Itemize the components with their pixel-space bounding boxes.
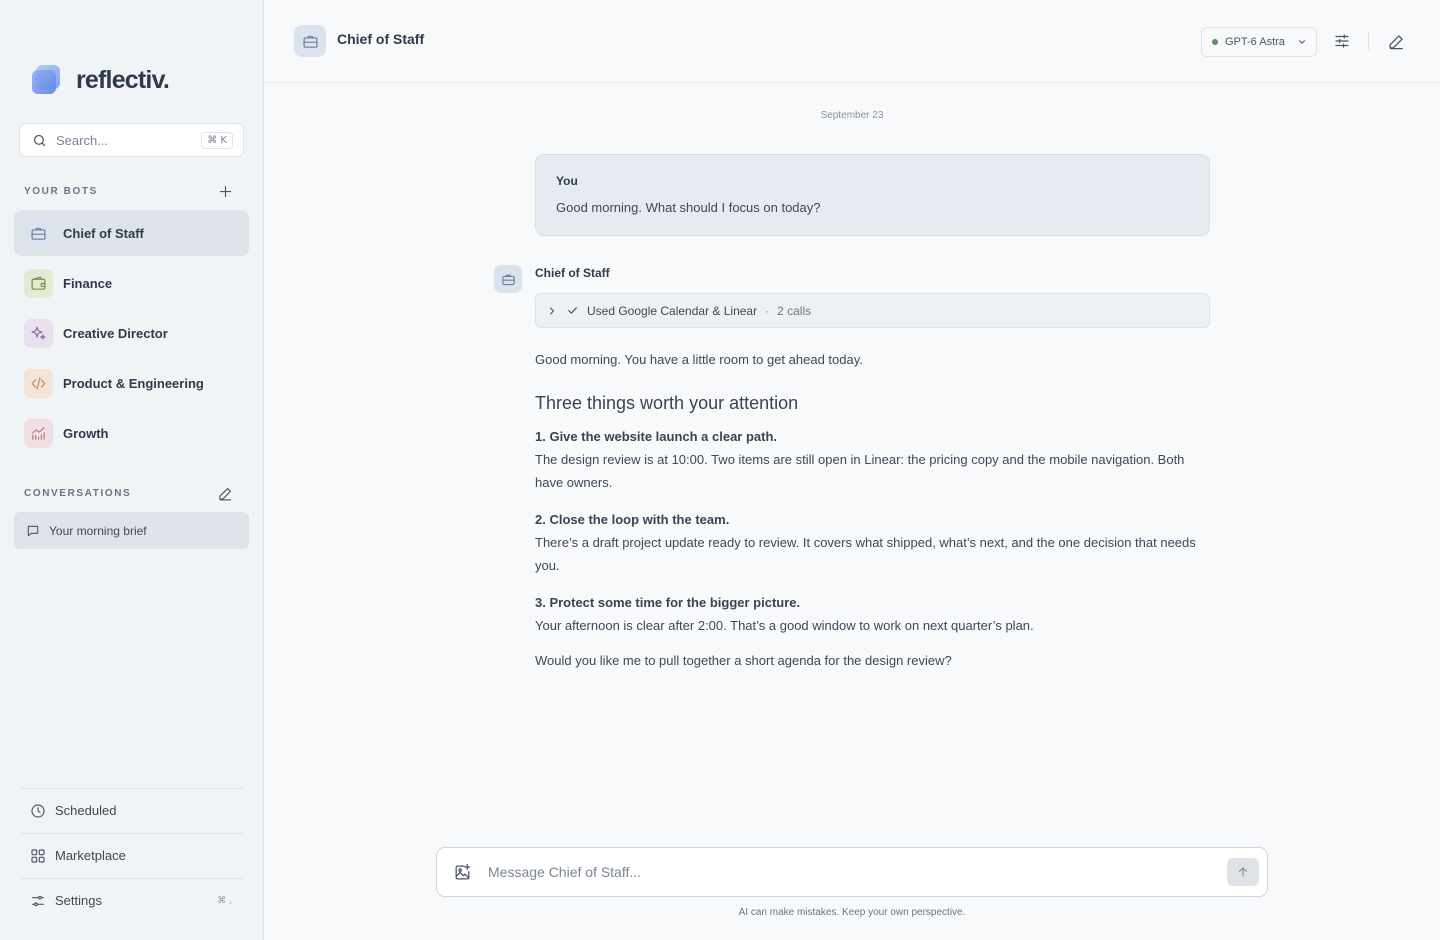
bot-item-creative-director[interactable]: Creative Director: [14, 310, 249, 356]
add-bot-button[interactable]: [215, 181, 235, 201]
answer-closing: Would you like me to pull together a sho…: [535, 653, 952, 668]
answer-item-body: The design review is at 10:00. Two items…: [535, 452, 1185, 490]
user-message: You Good morning. What should I focus on…: [535, 154, 1210, 236]
message-composer: [436, 847, 1268, 897]
answer-item-title: 3. Protect some time for the bigger pict…: [535, 595, 801, 610]
check-icon: [568, 307, 577, 314]
answer-item-title: 2. Close the loop with the team.: [535, 512, 730, 527]
sliders-icon: [1335, 34, 1349, 48]
bot-label: Product & Engineering: [63, 375, 204, 391]
disclaimer: AI can make mistakes. Keep your own pers…: [738, 907, 966, 918]
chevron-right-icon: [549, 306, 555, 315]
nav-marketplace[interactable]: Marketplace: [19, 833, 244, 877]
grid-icon: [31, 848, 45, 863]
brand-logo[interactable]: reflectiv.: [32, 65, 170, 95]
attach-image-button[interactable]: [453, 863, 472, 882]
briefcase-icon: [494, 265, 522, 293]
nav-scheduled-label: Scheduled: [55, 803, 117, 818]
nav-settings[interactable]: Settings ⌘ ,: [19, 878, 244, 922]
model-status-dot: [1212, 39, 1218, 45]
brand-name: reflectiv.: [76, 65, 170, 94]
tool-use-separator: ·: [765, 303, 770, 318]
model-selector[interactable]: GPT-6 Astra: [1201, 27, 1317, 57]
chevron-down-icon: [1297, 37, 1307, 47]
chart-icon: [24, 418, 53, 448]
search-icon: [32, 133, 47, 148]
assistant-name: Chief of Staff: [535, 266, 610, 280]
bot-item-finance[interactable]: Finance: [14, 260, 249, 306]
chat-header: Chief of Staff GPT-6 Astra: [264, 0, 1440, 83]
code-icon: [24, 368, 53, 398]
wallet-icon: [24, 268, 53, 298]
message-text: Good morning. What should I focus on tod…: [556, 200, 821, 215]
model-name: GPT-6 Astra: [1225, 36, 1285, 48]
bot-label: Creative Director: [63, 325, 168, 341]
conversations-section-label: CONVERSATIONS: [24, 488, 132, 499]
arrow-up-icon: [1238, 867, 1248, 877]
tool-use-disclosure[interactable]: Used Google Calendar & Linear · 2 calls: [535, 293, 1210, 328]
answer-item: 2. Close the loop with the team. There’s…: [535, 508, 1205, 577]
bot-item-product-engineering[interactable]: Product & Engineering: [14, 360, 249, 406]
tool-call-count: 2 calls: [777, 303, 812, 318]
bot-label: Chief of Staff: [63, 225, 144, 241]
answer-item-body: There’s a draft project update ready to …: [535, 535, 1196, 573]
message-input[interactable]: [488, 864, 1227, 880]
pencil-icon: [218, 487, 231, 500]
search-placeholder: Search...: [56, 132, 109, 148]
logo-icon: [32, 65, 62, 95]
page-title: Chief of Staff: [337, 31, 425, 47]
tool-use-label: Used Google Calendar & Linear: [587, 303, 758, 318]
new-conversation-button[interactable]: [215, 483, 235, 503]
image-add-icon: [455, 863, 471, 879]
briefcase-icon: [294, 25, 326, 57]
conversation-item[interactable]: Your morning brief: [14, 512, 249, 549]
settings-shortcut: ⌘ ,: [217, 895, 232, 906]
chat-settings-button[interactable]: [1331, 30, 1353, 52]
answer-item-title: 1. Give the website launch a clear path.: [535, 429, 778, 444]
answer-intro: Good morning. You have a little room to …: [535, 352, 863, 367]
bot-label: Finance: [63, 275, 113, 291]
header-divider: [1368, 32, 1369, 50]
settings-sliders-icon: [32, 895, 44, 906]
bot-item-chief-of-staff[interactable]: Chief of Staff: [14, 210, 249, 256]
assistant-message: Good morning. You have a little room to …: [535, 348, 1205, 672]
briefcase-icon: [24, 218, 53, 248]
chat-bubble-icon: [27, 525, 39, 536]
new-chat-button[interactable]: [1385, 30, 1407, 52]
bots-section-label: YOUR BOTS: [24, 186, 98, 197]
conversation-title: Your morning brief: [49, 523, 147, 538]
sparkles-icon: [24, 318, 53, 348]
message-author: You: [556, 174, 578, 188]
nav-settings-label: Settings: [55, 893, 102, 908]
nav-scheduled[interactable]: Scheduled: [19, 788, 244, 832]
answer-heading: Three things worth your attention: [535, 393, 799, 413]
answer-item: 1. Give the website launch a clear path.…: [535, 425, 1205, 494]
bot-item-growth[interactable]: Growth: [14, 410, 249, 456]
answer-item-body: Your afternoon is clear after 2:00. That…: [535, 618, 1034, 633]
search-input[interactable]: Search... ⌘ K: [19, 123, 244, 157]
answer-item: 3. Protect some time for the bigger pict…: [535, 591, 1205, 637]
pencil-icon: [1389, 34, 1403, 49]
bot-label: Growth: [63, 425, 109, 441]
date-divider: September 23: [820, 110, 884, 121]
search-shortcut: ⌘ K: [201, 131, 233, 149]
send-button[interactable]: [1227, 858, 1259, 886]
plus-icon: [219, 185, 231, 197]
sidebar: reflectiv. Search... ⌘ K YOUR BOTS Chief…: [0, 0, 264, 940]
clock-icon: [31, 803, 45, 818]
nav-marketplace-label: Marketplace: [55, 848, 126, 863]
